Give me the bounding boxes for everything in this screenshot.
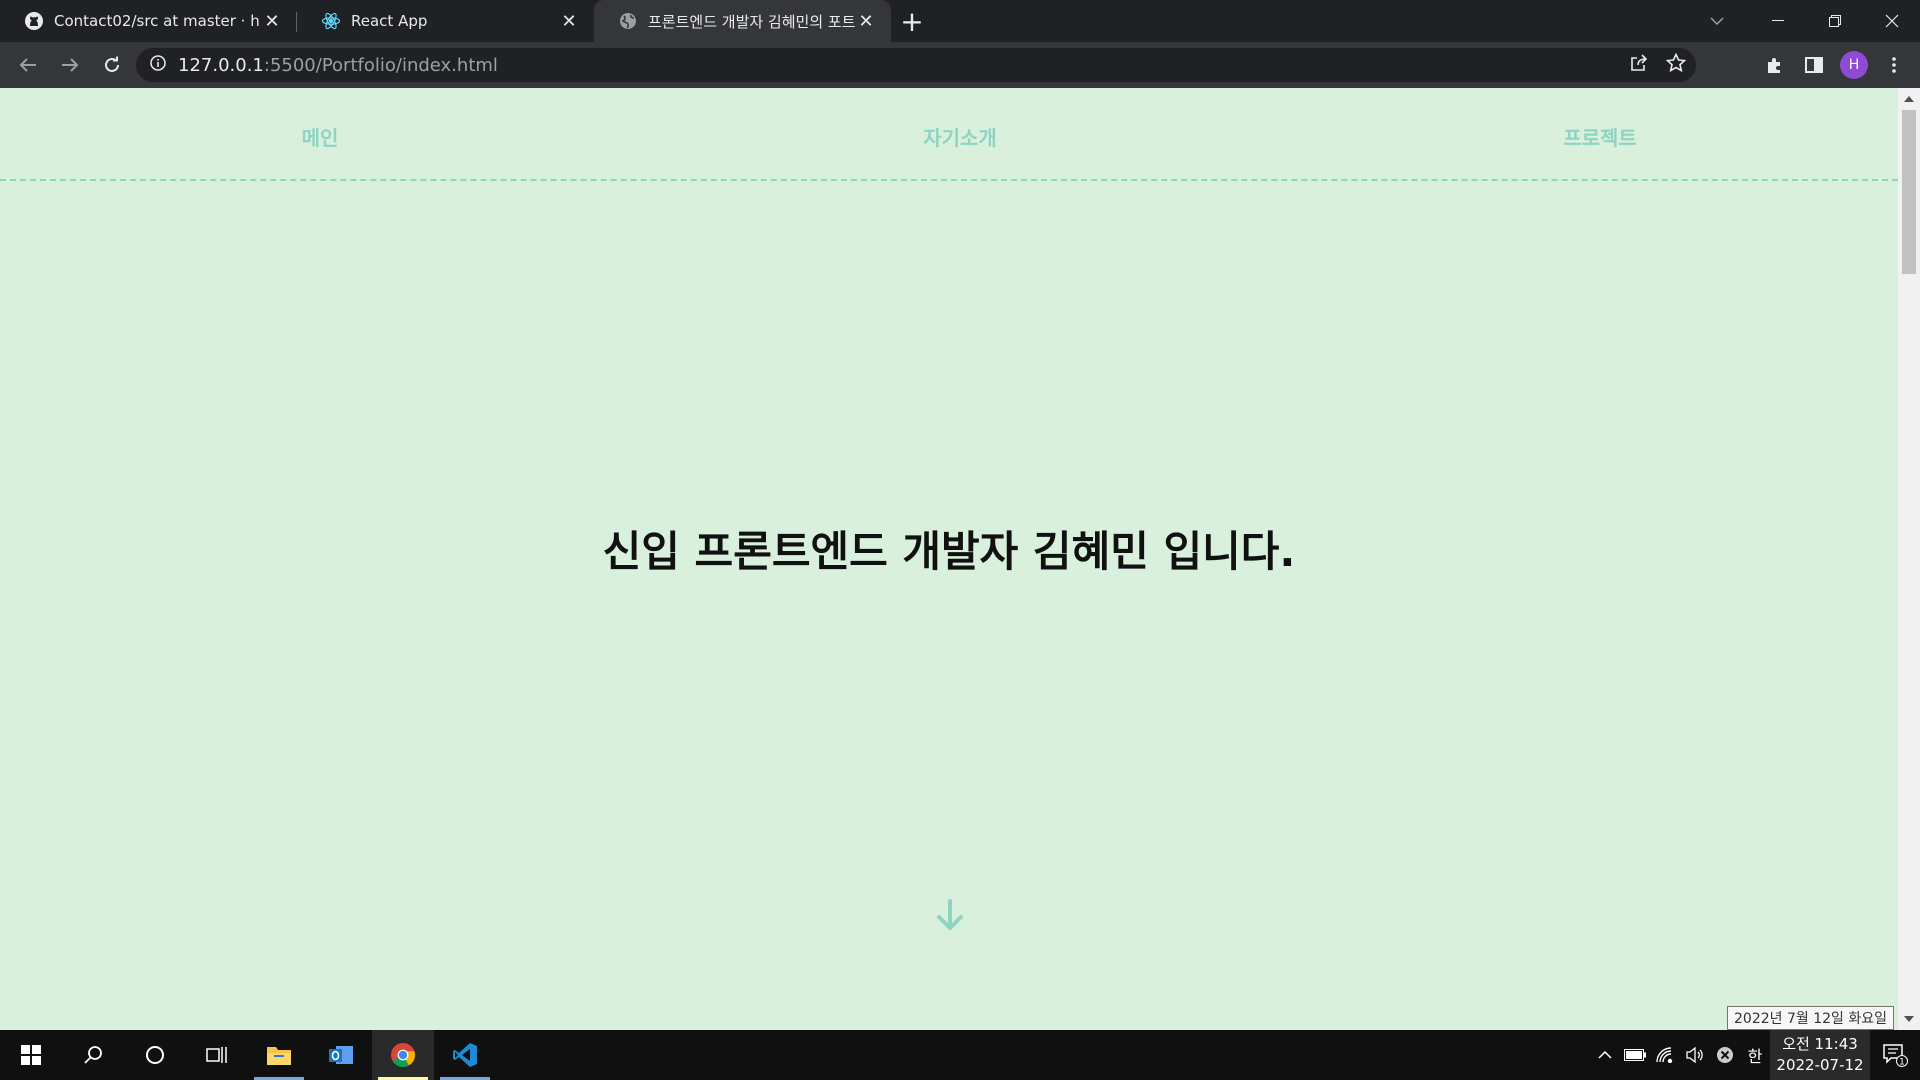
extensions-puzzle-icon[interactable]: [1754, 45, 1794, 85]
site-nav: 메인 자기소개 프로젝트: [0, 88, 1898, 181]
nav-link-about[interactable]: 자기소개: [923, 122, 997, 151]
tab-portfolio[interactable]: 프론트엔드 개발자 김혜민의 포트 ✕: [594, 0, 891, 42]
network-disconnected-icon[interactable]: [1710, 1030, 1740, 1080]
url-text: 127.0.0.1:5500/Portfolio/index.html: [178, 55, 498, 76]
github-icon: [24, 11, 44, 31]
page-viewport: 메인 자기소개 프로젝트 신입 프론트엔드 개발자 김혜민 입니다. 2022년…: [0, 88, 1920, 1030]
new-tab-button[interactable]: +: [891, 0, 933, 42]
windows-start-icon[interactable]: [0, 1030, 62, 1080]
forward-arrow-icon[interactable]: [50, 45, 90, 85]
chrome-icon[interactable]: [372, 1030, 434, 1080]
url-path: :5500/Portfolio/index.html: [263, 54, 498, 76]
info-icon[interactable]: [150, 55, 166, 75]
tab-title: Contact02/src at master · hbs30: [54, 12, 261, 30]
windows-taskbar: 한 오전 11:43 2022-07-12 1: [0, 1030, 1920, 1080]
scroll-down-icon[interactable]: [1904, 1016, 1914, 1022]
tab-github[interactable]: Contact02/src at master · hbs30 ✕: [0, 0, 297, 42]
file-explorer-icon[interactable]: [248, 1030, 310, 1080]
scroll-down-arrow-icon[interactable]: [935, 898, 965, 932]
ime-indicator[interactable]: 한: [1740, 1030, 1770, 1080]
wifi-icon[interactable]: [1650, 1030, 1680, 1080]
share-icon[interactable]: [1630, 54, 1648, 76]
clock-date: 2022-07-12: [1776, 1056, 1864, 1074]
side-panel-icon[interactable]: [1794, 45, 1834, 85]
hero-headline: 신입 프론트엔드 개발자 김혜민 입니다.: [602, 527, 1296, 576]
cortana-icon[interactable]: [124, 1030, 186, 1080]
window-controls: [1749, 0, 1920, 42]
tab-strip: Contact02/src at master · hbs30 ✕ React …: [0, 0, 1920, 42]
battery-icon[interactable]: [1620, 1030, 1650, 1080]
page-scrollbar[interactable]: [1898, 88, 1920, 1030]
browser-toolbar: 127.0.0.1:5500/Portfolio/index.html H: [0, 42, 1920, 88]
taskbar-clock[interactable]: 오전 11:43 2022-07-12: [1770, 1030, 1870, 1080]
tab-title: 프론트엔드 개발자 김혜민의 포트: [648, 12, 855, 31]
notification-count: 1: [1899, 1058, 1905, 1068]
clock-time: 오전 11:43: [1782, 1035, 1858, 1053]
scrollbar-thumb[interactable]: [1902, 110, 1916, 274]
tab-react-app[interactable]: React App ✕: [297, 0, 594, 42]
url-host: 127.0.0.1: [178, 54, 264, 76]
vscode-icon[interactable]: [434, 1030, 496, 1080]
volume-icon[interactable]: [1680, 1030, 1710, 1080]
scroll-up-icon[interactable]: [1904, 96, 1914, 102]
globe-icon: [618, 11, 638, 31]
close-icon[interactable]: ✕: [261, 10, 283, 32]
close-window-icon[interactable]: [1863, 0, 1920, 42]
task-view-icon[interactable]: [186, 1030, 248, 1080]
notification-center-icon[interactable]: 1: [1870, 1030, 1920, 1080]
close-icon[interactable]: ✕: [855, 10, 877, 32]
system-tray: 한 오전 11:43 2022-07-12 1: [1590, 1030, 1920, 1080]
minimize-icon[interactable]: [1749, 0, 1806, 42]
restore-icon[interactable]: [1806, 0, 1863, 42]
close-icon[interactable]: ✕: [558, 10, 580, 32]
address-bar[interactable]: 127.0.0.1:5500/Portfolio/index.html: [136, 48, 1696, 82]
bookmark-star-icon[interactable]: [1665, 52, 1687, 77]
tab-title: React App: [351, 12, 428, 30]
date-tooltip: 2022년 7월 12일 화요일: [1727, 1006, 1894, 1030]
profile-avatar[interactable]: H: [1840, 51, 1868, 79]
nav-link-projects[interactable]: 프로젝트: [1563, 122, 1637, 151]
search-icon[interactable]: [62, 1030, 124, 1080]
outlook-icon[interactable]: [310, 1030, 372, 1080]
menu-kebab-icon[interactable]: [1874, 45, 1914, 85]
back-arrow-icon[interactable]: [8, 45, 48, 85]
nav-link-main[interactable]: 메인: [302, 122, 339, 151]
react-icon: [321, 11, 341, 31]
chevron-up-icon[interactable]: [1590, 1030, 1620, 1080]
tab-search-chevron-icon[interactable]: [1696, 0, 1738, 42]
reload-icon[interactable]: [92, 45, 132, 85]
